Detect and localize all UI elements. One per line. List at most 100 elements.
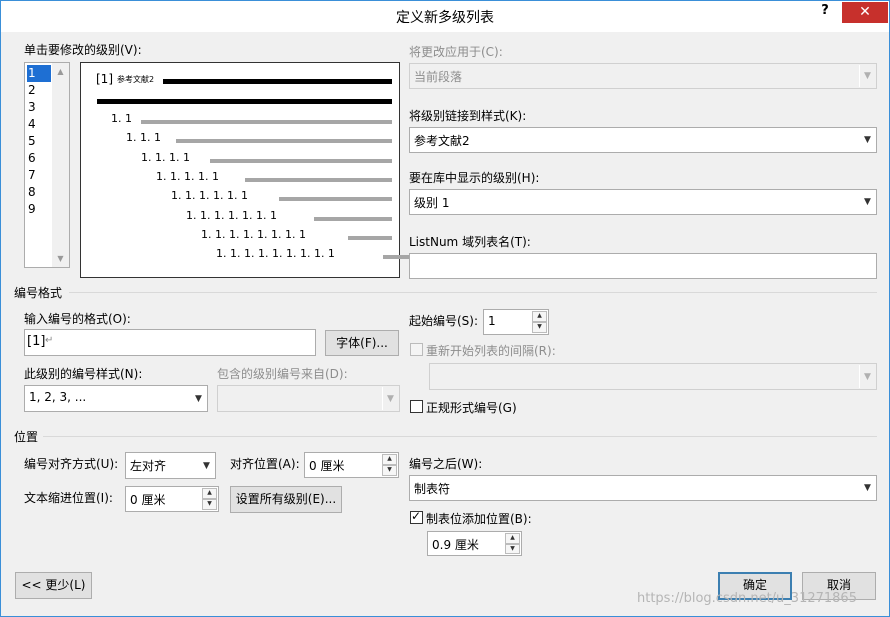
restart-checkbox[interactable] — [410, 343, 423, 356]
follow-number-label: 编号之后(W): — [409, 457, 483, 471]
font-button[interactable]: 字体(F)... — [325, 330, 399, 356]
link-style-select[interactable]: 参考文献2 ▼ — [409, 127, 877, 153]
aligned-at-label: 对齐位置(A): — [230, 457, 300, 471]
spin-up-icon[interactable]: ▲ — [382, 454, 397, 465]
help-button[interactable]: ? — [817, 3, 833, 23]
preview-first-number: [1] — [96, 72, 113, 86]
tab-stop-checkbox[interactable] — [410, 509, 423, 524]
preview-bar — [175, 139, 392, 143]
format-label: 输入编号的格式(O): — [24, 312, 131, 326]
divider — [69, 292, 877, 293]
chevron-down-icon: ▼ — [859, 477, 875, 499]
preview-bar — [279, 197, 392, 201]
format-value: [1] — [27, 334, 46, 349]
preview-bar — [141, 120, 392, 124]
level-list-item[interactable]: 9 — [27, 201, 51, 218]
aligned-at-value: 0 厘米 — [309, 459, 345, 473]
tab-stop-stepper[interactable]: 0.9 厘米 ▲ ▼ — [427, 531, 522, 556]
position-section: 位置 — [14, 430, 39, 444]
level-list-item[interactable]: 7 — [27, 167, 51, 184]
spin-down-icon[interactable]: ▼ — [202, 499, 217, 510]
spin-buttons[interactable]: ▲ ▼ — [382, 454, 397, 476]
number-style-select[interactable]: 1, 2, 3, ... ▼ — [24, 385, 208, 412]
number-style-label: 此级别的编号样式(N): — [24, 367, 143, 381]
legal-style-label: 正规形式编号(G) — [426, 401, 517, 415]
aligned-at-stepper[interactable]: 0 厘米 ▲ ▼ — [304, 452, 399, 478]
follow-number-select[interactable]: 制表符 ▼ — [409, 475, 877, 501]
level-list-label: 单击要修改的级别(V): — [24, 43, 142, 57]
level-list[interactable]: 123456789 ▲ ▼ — [24, 62, 70, 268]
level-list-item[interactable]: 1 — [27, 65, 51, 82]
preview-first-style: 参考文献2 — [117, 75, 155, 84]
chevron-down-icon: ▼ — [859, 365, 875, 388]
scroll-down-icon[interactable]: ▼ — [52, 250, 69, 267]
preview-bar — [97, 99, 392, 104]
preview-number: 1. 1 — [111, 112, 132, 125]
include-level-select[interactable]: ▼ — [217, 385, 400, 412]
gallery-level-select[interactable]: 级别 1 ▼ — [409, 189, 877, 215]
level-list-item[interactable]: 3 — [27, 99, 51, 116]
title-bar: 定义新多级列表 ? ✕ — [1, 1, 889, 32]
link-style-value: 参考文献2 — [414, 134, 470, 148]
listnum-input[interactable] — [409, 253, 877, 279]
start-at-value: 1 — [488, 314, 496, 328]
text-indent-stepper[interactable]: 0 厘米 ▲ ▼ — [125, 486, 219, 512]
listnum-label: ListNum 域列表名(T): — [409, 235, 531, 249]
apply-to-select[interactable]: 当前段落 ▼ — [409, 63, 877, 89]
spin-up-icon[interactable]: ▲ — [505, 533, 520, 544]
preview-bar — [163, 79, 392, 84]
link-style-label: 将级别链接到样式(K): — [409, 109, 527, 123]
chevron-down-icon: ▼ — [859, 65, 875, 87]
follow-number-value: 制表符 — [414, 482, 451, 496]
preview-number: 1. 1. 1. 1. 1. 1. 1. 1. 1 — [216, 247, 335, 260]
text-indent-label: 文本缩进位置(I): — [24, 491, 113, 505]
format-input[interactable]: [1] ↵ — [24, 329, 316, 356]
level-list-scrollbar[interactable]: ▲ ▼ — [52, 63, 69, 267]
scroll-up-icon[interactable]: ▲ — [52, 63, 69, 80]
preview-number: 1. 1. 1. 1 — [141, 151, 190, 164]
spin-buttons[interactable]: ▲ ▼ — [505, 533, 520, 554]
spin-up-icon[interactable]: ▲ — [202, 488, 217, 499]
level-list-item[interactable]: 2 — [27, 82, 51, 99]
chevron-down-icon: ▼ — [190, 387, 206, 410]
chevron-down-icon: ▼ — [382, 387, 398, 410]
divider — [43, 436, 877, 437]
number-format-section: 编号格式 — [14, 286, 63, 300]
spin-down-icon[interactable]: ▼ — [505, 543, 520, 554]
legal-style-checkbox[interactable] — [410, 400, 423, 413]
preview-number: 1. 1. 1. 1. 1. 1. 1 — [186, 209, 277, 222]
level-list-item[interactable]: 5 — [27, 133, 51, 150]
dialog-title: 定义新多级列表 — [396, 10, 494, 26]
level-preview: [1] 参考文献2 1. 1 1. 1. 1 1. 1. 1. 1 1. 1. 1. … — [80, 62, 423, 278]
level-list-item[interactable]: 8 — [27, 184, 51, 201]
watermark: https://blog.csdn.net/u_31271865 — [637, 591, 857, 606]
spin-down-icon[interactable]: ▼ — [532, 322, 547, 333]
restart-select[interactable]: ▼ — [429, 363, 877, 390]
gallery-level-value: 级别 1 — [414, 196, 450, 210]
preview-number: 1. 1. 1. 1. 1 — [156, 170, 219, 183]
preview-bar — [210, 159, 392, 163]
level-list-item[interactable]: 6 — [27, 150, 51, 167]
preview-number: 1. 1. 1. 1. 1. 1. 1. 1 — [201, 228, 306, 241]
close-button[interactable]: ✕ — [842, 2, 888, 23]
alignment-select[interactable]: 左对齐 ▼ — [125, 452, 216, 479]
spin-up-icon[interactable]: ▲ — [532, 311, 547, 322]
gallery-level-label: 要在库中显示的级别(H): — [409, 171, 540, 185]
include-level-label: 包含的级别编号来自(D): — [217, 367, 348, 381]
level-list-item[interactable]: 4 — [27, 116, 51, 133]
start-at-stepper[interactable]: 1 ▲ ▼ — [483, 309, 549, 335]
restart-label: 重新开始列表的间隔(R): — [426, 344, 556, 358]
preview-bar — [313, 217, 392, 221]
text-indent-value: 0 厘米 — [130, 493, 166, 507]
spin-buttons[interactable]: ▲ ▼ — [532, 311, 547, 333]
paragraph-mark-icon: ↵ — [45, 335, 54, 346]
spin-down-icon[interactable]: ▼ — [382, 465, 397, 476]
number-style-value: 1, 2, 3, ... — [29, 390, 87, 404]
spin-buttons[interactable]: ▲ ▼ — [202, 488, 217, 510]
apply-to-value: 当前段落 — [414, 70, 463, 84]
tab-stop-value: 0.9 厘米 — [432, 538, 479, 552]
chevron-down-icon: ▼ — [859, 129, 875, 151]
less-button[interactable]: << 更少(L) — [15, 572, 92, 599]
set-all-levels-button[interactable]: 设置所有级别(E)... — [230, 486, 342, 513]
alignment-value: 左对齐 — [130, 459, 167, 473]
